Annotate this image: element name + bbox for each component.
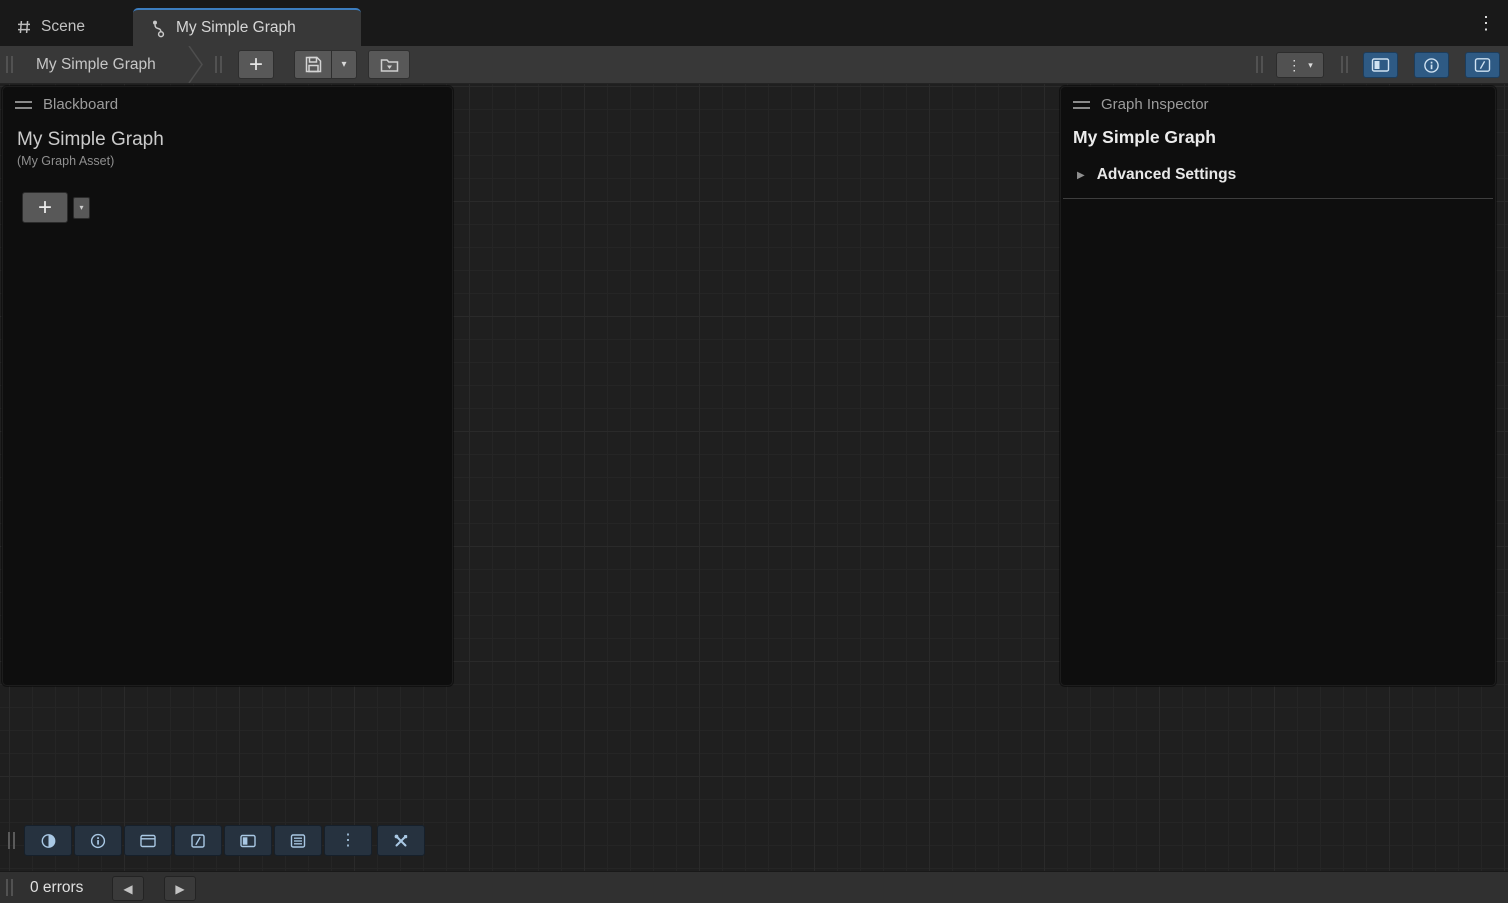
bottom-toolbar-drag-handle[interactable] — [8, 832, 15, 849]
blackboard-header[interactable]: Blackboard — [3, 87, 452, 119]
panel-toggle-toolbar: ⋮ — [8, 824, 427, 857]
inspector-header[interactable]: Graph Inspector — [1061, 87, 1495, 119]
grid-icon — [16, 19, 32, 35]
panel-drag-handle-icon — [15, 101, 32, 109]
graph-editor-window: Scene My Simple Graph ⋮ My Simple Graph — [0, 0, 1508, 903]
blackboard-graph-subtitle: (My Graph Asset) — [3, 151, 452, 168]
save-as-button[interactable] — [368, 50, 410, 79]
tab-my-simple-graph[interactable]: My Simple Graph — [133, 8, 361, 46]
preview-window-toggle-button[interactable] — [124, 825, 172, 856]
sidebar-panel-toggle-button[interactable] — [224, 825, 272, 856]
save-icon — [305, 56, 322, 73]
add-node-button[interactable]: + — [238, 50, 274, 79]
tab-bar: Scene My Simple Graph ⋮ — [0, 0, 1508, 46]
panel-drag-handle-icon — [1073, 101, 1090, 109]
inspector-panel-toggle-button[interactable] — [74, 825, 122, 856]
tab-scene[interactable]: Scene — [0, 8, 101, 46]
foldout-arrow-icon: ▶ — [1077, 170, 1085, 181]
save-button[interactable] — [294, 50, 332, 79]
options-menu-button[interactable]: ⋮ ▾ — [1276, 52, 1324, 78]
inspector-title: Graph Inspector — [1101, 96, 1209, 113]
blackboard-graph-title: My Simple Graph — [3, 119, 452, 151]
chevron-down-icon: ▾ — [1308, 61, 1313, 70]
contrast-circle-icon — [39, 832, 58, 850]
tab-label: My Simple Graph — [176, 19, 296, 37]
inspector-graph-title: My Simple Graph — [1061, 119, 1495, 148]
preview-icon — [1474, 57, 1491, 73]
tools-button[interactable] — [377, 825, 425, 856]
blackboard-panel-toggle-button[interactable] — [24, 825, 72, 856]
breadcrumb-chevron-icon — [188, 46, 205, 83]
code-preview-toggle-button[interactable] — [174, 825, 222, 856]
blackboard-panel-icon — [1371, 57, 1390, 73]
toolbar-drag-handle[interactable] — [6, 56, 13, 73]
breadcrumb[interactable]: My Simple Graph — [36, 46, 156, 83]
save-split-button: ▾ — [294, 50, 357, 79]
kebab-icon: ⋮ — [340, 833, 356, 849]
preview-toggle-button[interactable] — [1465, 52, 1500, 78]
main-toolbar: My Simple Graph + ▾ — [0, 46, 1508, 84]
toolbar-overflow-button[interactable]: ⋮ — [324, 825, 372, 856]
crossed-tools-icon — [391, 832, 411, 850]
next-error-button[interactable]: ▶ — [164, 876, 196, 901]
info-icon — [89, 832, 107, 850]
list-icon — [288, 832, 308, 850]
document-slash-icon — [188, 832, 208, 850]
info-icon — [1423, 57, 1440, 74]
inspector-toggle-button[interactable] — [1414, 52, 1449, 78]
toolbar-right-drag-handle[interactable] — [1256, 56, 1263, 73]
previous-error-button[interactable]: ◀ — [112, 876, 144, 901]
advanced-settings-foldout[interactable]: ▶ Advanced Settings — [1063, 166, 1493, 199]
panel-left-icon — [238, 832, 258, 850]
window-menu-icon[interactable]: ⋮ — [1474, 0, 1498, 46]
advanced-settings-label: Advanced Settings — [1097, 166, 1237, 184]
blackboard-add-row: + ▾ — [22, 192, 452, 223]
window-icon — [138, 832, 158, 850]
status-bar: 0 errors ◀ ▶ — [0, 871, 1508, 903]
shader-graph-icon — [149, 19, 167, 38]
blackboard-panel[interactable]: Blackboard My Simple Graph (My Graph Ass… — [2, 86, 453, 686]
blackboard-title: Blackboard — [43, 96, 118, 113]
error-count-label: 0 errors — [30, 872, 83, 903]
status-bar-drag-handle[interactable] — [6, 879, 13, 896]
save-dropdown-button[interactable]: ▾ — [332, 50, 357, 79]
add-property-dropdown-button[interactable]: ▾ — [73, 197, 90, 219]
console-panel-toggle-button[interactable] — [274, 825, 322, 856]
graph-inspector-panel[interactable]: Graph Inspector My Simple Graph ▶ Advanc… — [1060, 86, 1496, 686]
folder-icon — [380, 57, 399, 73]
toolbar-section-drag-handle[interactable] — [215, 56, 222, 73]
add-property-button[interactable]: + — [22, 192, 68, 223]
toolbar-toggles-drag-handle[interactable] — [1341, 56, 1348, 73]
graph-canvas[interactable]: Blackboard My Simple Graph (My Graph Ass… — [0, 84, 1508, 871]
blackboard-toggle-button[interactable] — [1363, 52, 1398, 78]
kebab-icon: ⋮ — [1287, 58, 1301, 72]
tab-label: Scene — [41, 18, 85, 36]
